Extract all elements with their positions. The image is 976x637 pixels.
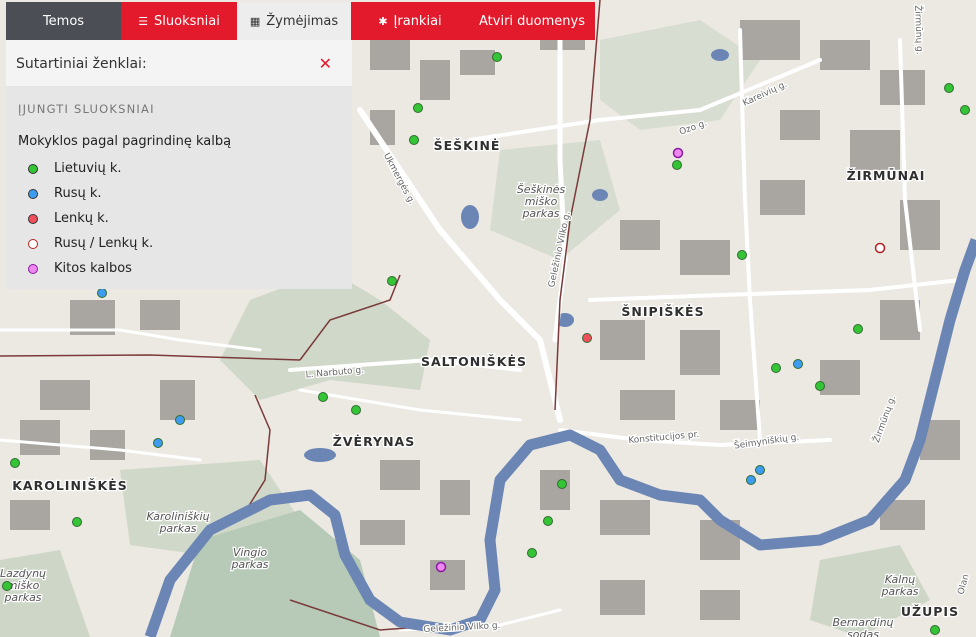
school-marker[interactable] [874,242,886,254]
school-marker[interactable] [387,276,397,286]
marker-dot-icon [28,213,38,224]
school-marker[interactable] [672,147,684,159]
school-marker[interactable] [755,465,765,475]
school-marker[interactable] [2,581,12,591]
legend-list: Lietuvių k. Rusų k. Lenkų k. Rusų / Lenk… [28,156,153,281]
school-marker[interactable] [771,363,781,373]
school-marker[interactable] [737,250,747,260]
list-icon: ☰ [138,14,149,28]
legend-label: Rusų / Lenkų k. [54,236,154,251]
school-marker[interactable] [413,103,423,113]
school-marker[interactable] [746,475,756,485]
school-marker[interactable] [153,438,163,448]
school-marker[interactable] [97,288,107,298]
school-marker[interactable] [318,392,328,402]
marker-dot-icon [28,188,38,199]
tab-temos[interactable]: Temos [6,2,121,40]
school-marker[interactable] [72,517,82,527]
legend-label: Rusų k. [54,186,102,201]
map-label-park: Kalnų parkas [880,573,918,598]
school-marker[interactable] [853,324,863,334]
legend-item: Kitos kalbos [28,256,153,281]
tab-sluoksniai[interactable]: ☰ Sluoksniai [121,2,237,40]
school-marker[interactable] [557,479,567,489]
top-tab-bar: Temos ☰ Sluoksniai ▦ Žymėjimas ✱ Įrankia… [6,2,595,40]
tab-irankiai[interactable]: ✱ Įrankiai [351,2,469,40]
tab-label: Sluoksniai [154,13,220,29]
school-marker[interactable] [793,359,803,369]
school-marker[interactable] [960,105,970,115]
map-label-district: SALTONIŠKĖS [421,354,527,369]
layer-group-title: Mokyklos pagal pagrindinę kalbą [18,134,232,149]
school-marker[interactable] [492,52,502,62]
school-marker[interactable] [409,135,419,145]
school-marker[interactable] [351,405,361,415]
tab-label: Žymėjimas [266,13,339,29]
map-label-park: Vingio parkas [230,546,268,571]
tab-label: Įrankiai [393,13,442,29]
gear-icon: ✱ [378,14,388,28]
grid-icon: ▦ [249,14,261,28]
map-label-district: ŠNIPIŠKĖS [621,304,704,319]
legend-item: Lietuvių k. [28,156,153,181]
marker-dot-icon [28,163,38,174]
map-label-district: ŠEŠKINĖ [434,138,501,153]
legend-label: Lietuvių k. [54,161,122,176]
tab-label: Temos [42,13,85,29]
map-label-district: ŽVĖRYNAS [333,434,415,449]
tab-label: Atviri duomenys [479,13,585,29]
school-marker[interactable] [527,548,537,558]
school-marker[interactable] [930,625,940,635]
school-marker[interactable] [543,516,553,526]
close-icon[interactable]: ✕ [319,54,332,73]
map-label-district: ŽIRMŪNAI [847,168,926,183]
marker-ring-icon [28,263,38,274]
school-marker[interactable] [435,561,447,573]
legend-label: Kitos kalbos [54,261,132,276]
marker-ring-icon [28,238,38,249]
map-label-district: KAROLINIŠKĖS [12,478,128,493]
legend-label: Lenkų k. [54,211,109,226]
legend-item: Rusų / Lenkų k. [28,231,153,256]
map-label-district: UŽUPIS [901,604,959,619]
tab-atviri-duomenys[interactable]: Atviri duomenys [469,2,595,40]
school-marker[interactable] [10,458,20,468]
school-marker[interactable] [815,381,825,391]
legend-item: Lenkų k. [28,206,153,231]
school-marker[interactable] [672,160,682,170]
legend-title: Sutartiniai ženklai: [16,56,147,72]
school-marker[interactable] [582,333,592,343]
legend-item: Rusų k. [28,181,153,206]
legend-panel: Sutartiniai ženklai: ✕ ĮJUNGTI SLUOKSNIA… [6,40,352,289]
section-heading: ĮJUNGTI SLUOKSNIAI [18,102,155,116]
legend-panel-header: Sutartiniai ženklai: ✕ [6,40,352,86]
tab-zymejimas[interactable]: ▦ Žymėjimas [237,2,351,40]
school-marker[interactable] [944,83,954,93]
school-marker[interactable] [175,415,185,425]
